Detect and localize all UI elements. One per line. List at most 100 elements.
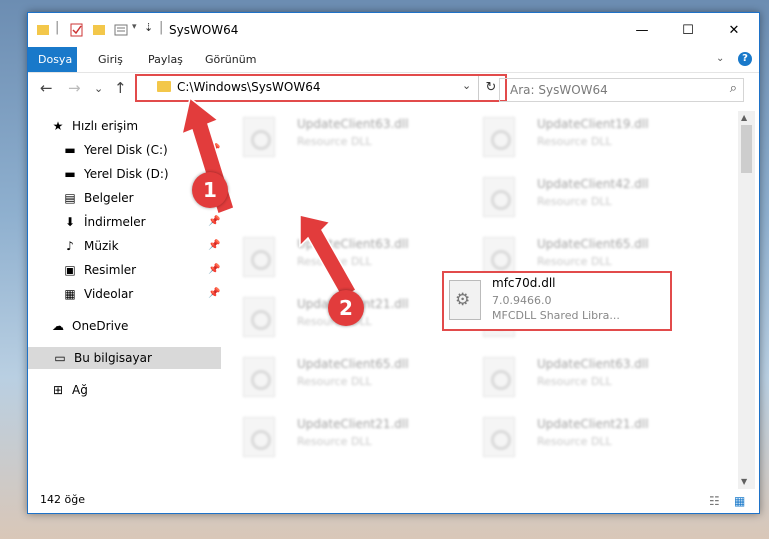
customize-icon[interactable]: [114, 22, 128, 38]
ribbon: Dosya Giriş Paylaş Görünüm ⌄ ?: [28, 47, 759, 73]
cloud-icon: ☁: [52, 319, 64, 333]
network-icon: ⊞: [52, 383, 64, 397]
file-name: UpdateClient19.dll: [537, 117, 649, 131]
file-name: UpdateClient65.dll: [537, 237, 649, 251]
file-description: Resource DLL: [537, 375, 612, 388]
sidebar-item-label: Müzik: [84, 239, 119, 253]
file-name: UpdateClient21.dll: [537, 417, 649, 431]
drive-icon: ▬: [64, 143, 76, 157]
sidebar-item-label: Videolar: [84, 287, 134, 301]
sidebar-item-label: Hızlı erişim: [72, 119, 139, 133]
close-button[interactable]: ✕: [711, 13, 757, 47]
computer-icon: ▭: [54, 351, 66, 365]
sidebar-item[interactable]: ☁ OneDrive: [50, 315, 128, 337]
file-description: MFCDLL Shared Libra...: [492, 309, 620, 322]
address-dropdown-icon[interactable]: ⌄: [462, 79, 471, 92]
scroll-thumb[interactable]: [741, 125, 752, 173]
folder-icon: [157, 81, 171, 92]
file-description: Resource DLL: [537, 435, 612, 448]
file-name: UpdateClient65.dll: [297, 357, 409, 371]
sidebar-item[interactable]: ▦ Videolar: [62, 283, 133, 305]
window-title: SysWOW64: [169, 23, 239, 37]
navigation-bar: ← → ⌄ ↑ C:\Windows\SysWOW64 ⌄ ↻ Ara: Sys…: [28, 73, 759, 103]
tab-home[interactable]: Giriş: [88, 47, 133, 72]
minimize-button[interactable]: —: [619, 13, 665, 47]
scroll-down-icon[interactable]: ▼: [741, 477, 747, 486]
sidebar-item-label: Ağ: [72, 383, 88, 397]
sidebar-item-label: Resimler: [84, 263, 137, 277]
arrow-2: [299, 214, 358, 300]
download-icon: ⬇: [64, 215, 76, 229]
dll-file-icon: [483, 117, 515, 157]
sidebar-item[interactable]: ▬ Yerel Disk (D:): [62, 163, 169, 185]
highlighted-file-item[interactable]: ⚙ mfc70d.dll 7.0.9466.0 MFCDLL Shared Li…: [442, 271, 672, 331]
annotation-badge-2: 2: [328, 290, 364, 326]
file-item[interactable]: UpdateClient42.dll Resource DLL: [463, 171, 693, 225]
star-icon: ★: [52, 119, 64, 133]
title-bar: | ▾ ⇣ | SysWOW64 — ☐ ✕: [28, 13, 759, 47]
file-name: UpdateClient42.dll: [537, 177, 649, 191]
file-item[interactable]: UpdateClient65.dll Resource DLL: [223, 351, 453, 405]
file-version: 7.0.9466.0: [492, 294, 552, 307]
up-button[interactable]: ↑: [114, 79, 127, 97]
dll-file-icon: [243, 357, 275, 397]
new-folder-icon[interactable]: [92, 22, 106, 38]
file-description: Resource DLL: [537, 255, 612, 268]
scroll-up-icon[interactable]: ▲: [741, 113, 747, 122]
file-item[interactable]: UpdateClient21.dll Resource DLL: [463, 411, 693, 465]
file-item[interactable]: UpdateClient63.dll Resource DLL: [463, 351, 693, 405]
file-name: mfc70d.dll: [492, 276, 556, 290]
vertical-scrollbar[interactable]: ▲ ▼: [738, 111, 755, 489]
dll-file-icon: ⚙: [449, 280, 481, 320]
documents-icon: ▤: [64, 191, 76, 205]
sidebar-item[interactable]: ▬ Yerel Disk (C:): [62, 139, 168, 161]
tab-file[interactable]: Dosya: [28, 47, 77, 72]
details-view-icon[interactable]: ☷: [709, 494, 720, 508]
sidebar-item[interactable]: ⊞ Ağ: [50, 379, 88, 401]
search-icon: ⌕: [729, 81, 737, 96]
sidebar-item[interactable]: ⬇ İndirmeler: [62, 211, 146, 233]
music-icon: ♪: [66, 239, 74, 253]
file-name: UpdateClient63.dll: [537, 357, 649, 371]
sidebar-item-label: Yerel Disk (D:): [84, 167, 169, 181]
maximize-button[interactable]: ☐: [665, 13, 711, 47]
back-button[interactable]: ←: [40, 79, 53, 97]
tab-view[interactable]: Görünüm: [195, 47, 266, 72]
status-bar: 142 öğe ☷ ▦: [28, 490, 759, 512]
recent-locations-button[interactable]: ⌄: [94, 82, 103, 95]
drive-icon: ▬: [64, 167, 76, 181]
properties-icon[interactable]: [70, 22, 84, 38]
tiles-view-icon[interactable]: ▦: [734, 494, 745, 508]
dll-file-icon: [483, 177, 515, 217]
dll-file-icon: [483, 417, 515, 457]
dll-file-icon: [243, 417, 275, 457]
help-button[interactable]: ?: [738, 52, 752, 66]
sidebar-item-label: İndirmeler: [84, 215, 146, 229]
sidebar-item[interactable]: ▣ Resimler: [62, 259, 136, 281]
file-item[interactable]: UpdateClient19.dll Resource DLL: [463, 111, 693, 165]
tab-share[interactable]: Paylaş: [138, 47, 193, 72]
qa-dropdown-icon[interactable]: ▾: [132, 22, 137, 38]
folder-icon: [37, 25, 49, 35]
pictures-icon: ▣: [64, 263, 76, 277]
sidebar-item-label: Belgeler: [84, 191, 134, 205]
file-item[interactable]: UpdateClient21.dll Resource DLL: [223, 411, 453, 465]
dll-file-icon: [483, 357, 515, 397]
sidebar-item-label: OneDrive: [72, 319, 129, 333]
item-count: 142 öğe: [40, 493, 85, 506]
annotation-badge-1: 1: [192, 172, 228, 208]
qa-more-icon[interactable]: ⇣: [144, 21, 153, 37]
sidebar-item[interactable]: ♪ Müzik: [62, 235, 119, 257]
file-description: Resource DLL: [537, 195, 612, 208]
sidebar-item[interactable]: ▭ Bu bilgisayar: [28, 347, 221, 369]
ribbon-expand-icon[interactable]: ⌄: [716, 53, 724, 69]
search-box[interactable]: Ara: SysWOW64 ⌕: [499, 78, 744, 102]
sidebar-item[interactable]: ▤ Belgeler: [62, 187, 134, 209]
file-description: Resource DLL: [537, 135, 612, 148]
file-description: Resource DLL: [297, 375, 372, 388]
separator: |: [159, 20, 164, 35]
sidebar-item[interactable]: ★ Hızlı erişim: [50, 115, 138, 137]
sidebar-item-label: Yerel Disk (C:): [84, 143, 168, 157]
search-input[interactable]: Ara: SysWOW64: [510, 83, 608, 97]
forward-button[interactable]: →: [68, 79, 81, 97]
